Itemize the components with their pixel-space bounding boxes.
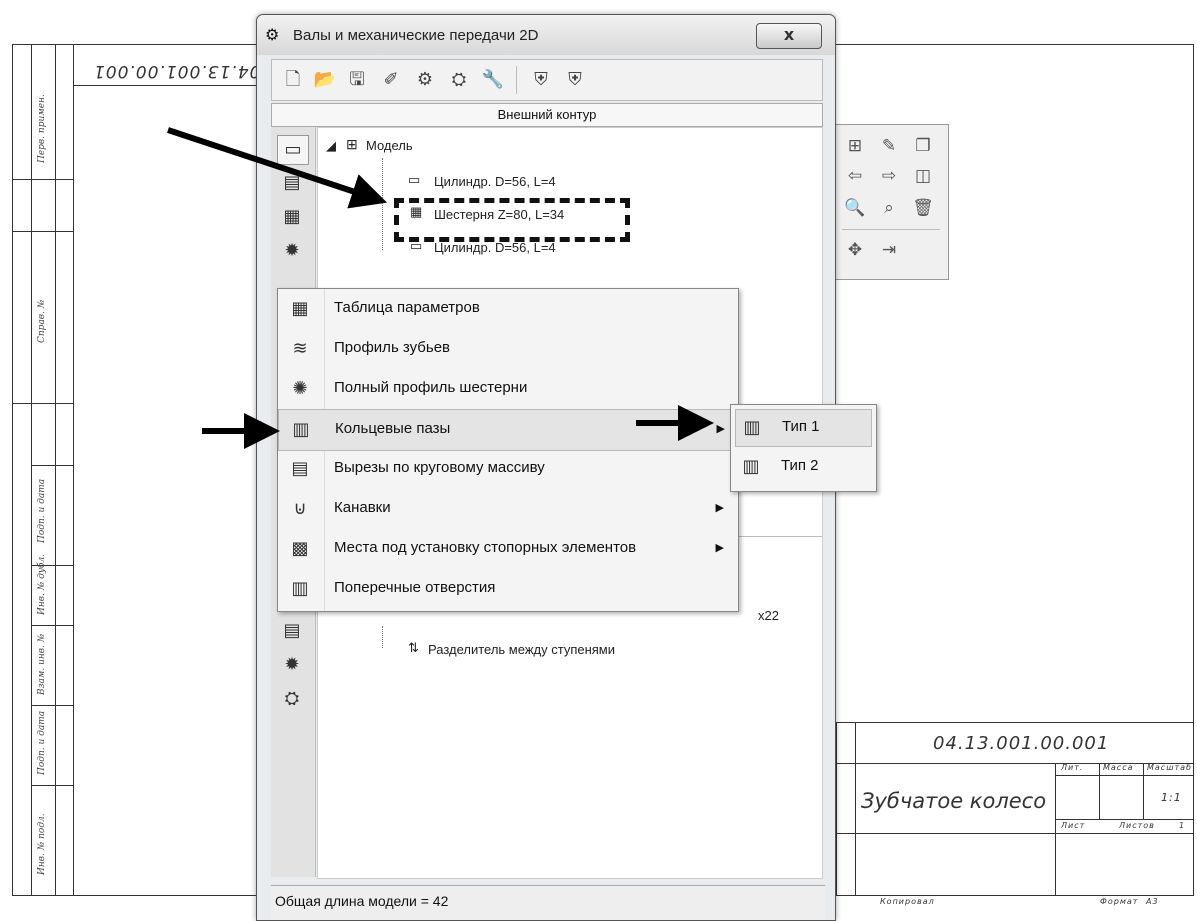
arrow-to-gear-node	[167, 127, 388, 209]
annotation-arrows	[167, 127, 714, 449]
